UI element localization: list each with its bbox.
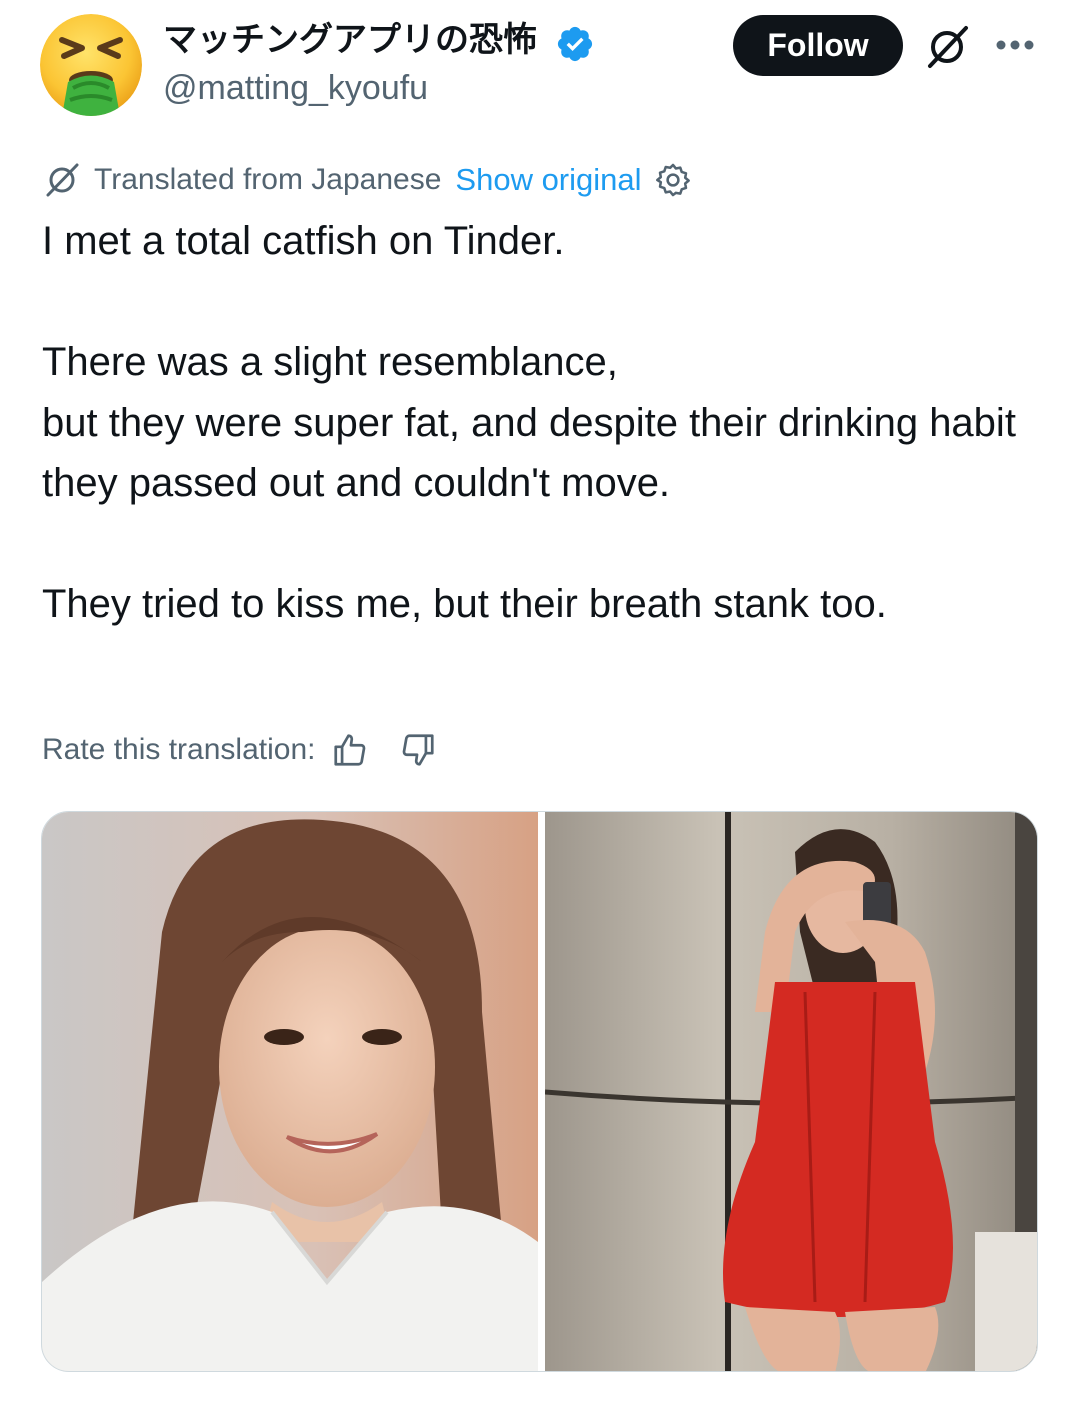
grok-icon[interactable] (924, 24, 970, 70)
photo-smiling-woman-white-shirt[interactable] (42, 812, 538, 1372)
show-original-link[interactable]: Show original (455, 162, 641, 198)
more-dots-icon[interactable] (995, 38, 1035, 52)
translated-from-label: Translated from Japanese (94, 163, 442, 196)
photo-woman-red-dress-mirror-selfie[interactable] (545, 812, 1038, 1372)
avatar[interactable] (40, 14, 142, 116)
verified-badge-icon (557, 26, 593, 62)
media-grid[interactable] (41, 811, 1038, 1372)
tweet-text: I met a total catfish on Tinder. There w… (42, 219, 1016, 626)
author-handle[interactable]: @matting_kyoufu (163, 68, 428, 108)
grok-translate-icon (46, 163, 79, 197)
thumbs-down-icon[interactable] (399, 731, 437, 769)
display-name[interactable]: マッチングアプリの恐怖 (163, 20, 537, 60)
follow-button[interactable]: Follow (733, 15, 903, 76)
nauseated-face-emoji (40, 14, 142, 116)
rate-translation-bar: Rate this translation: (42, 726, 467, 774)
gear-icon[interactable] (654, 161, 692, 199)
thumbs-up-icon[interactable] (331, 731, 369, 769)
rate-translation-label: Rate this translation: (42, 733, 316, 766)
translation-bar: Translated from Japanese Show original (42, 158, 692, 202)
